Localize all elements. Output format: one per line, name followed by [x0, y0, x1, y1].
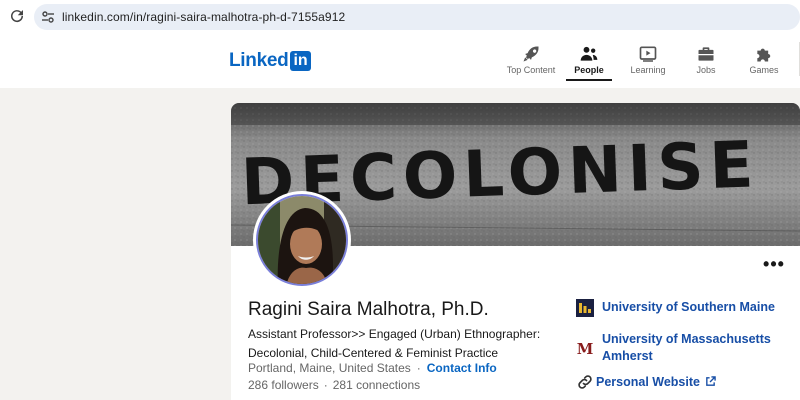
address-bar[interactable]: linkedin.com/in/ragini-saira-malhotra-ph…	[34, 4, 800, 30]
play-icon	[639, 46, 657, 62]
profile-location: Portland, Maine, United States	[248, 361, 411, 375]
profile-avatar[interactable]	[253, 191, 351, 289]
puzzle-icon	[757, 48, 771, 62]
profile-name: Ragini Saira Malhotra, Ph.D.	[248, 299, 489, 320]
profile-network-row: 286 followers · 281 connections	[248, 378, 420, 392]
nav-top-content[interactable]: Top Content	[502, 34, 560, 82]
link-icon	[578, 375, 592, 389]
more-options-button[interactable]: •••	[759, 254, 789, 278]
followers-count[interactable]: 286 followers	[248, 378, 319, 392]
avatar-photo	[258, 196, 346, 284]
browser-toolbar: linkedin.com/in/ragini-saira-malhotra-ph…	[0, 0, 800, 34]
linkedin-logo[interactable]: Linked in	[229, 49, 311, 73]
nav-games[interactable]: Games	[740, 34, 788, 82]
rocket-icon	[523, 46, 539, 62]
briefcase-icon	[698, 47, 714, 61]
contact-info-link[interactable]: Contact Info	[427, 361, 497, 375]
url-text: linkedin.com/in/ragini-saira-malhotra-ph…	[62, 10, 346, 24]
linkedin-header: Linked in Top Content People Learning Job…	[0, 34, 800, 88]
nav-jobs[interactable]: Jobs	[684, 34, 728, 82]
svg-text:M: M	[577, 340, 594, 357]
profile-headline: Assistant Professor>> Engaged (Urban) Et…	[248, 327, 541, 360]
usm-logo	[576, 299, 594, 317]
nav-learning[interactable]: Learning	[622, 34, 674, 82]
site-settings-icon[interactable]	[40, 9, 56, 25]
separator-dot: ·	[323, 378, 328, 392]
people-icon	[580, 46, 598, 61]
reload-icon[interactable]	[8, 7, 26, 25]
profile-location-row: Portland, Maine, United States · Contact I…	[248, 361, 497, 375]
nav-people[interactable]: People	[566, 34, 612, 82]
profile-card: DECOLONISE ••• Ragini Saira Malhotra, Ph…	[231, 103, 800, 400]
umass-logo: M	[576, 339, 594, 357]
external-link-icon	[706, 376, 716, 386]
connections-count[interactable]: 281 connections	[333, 378, 420, 392]
separator-dot: ·	[416, 361, 421, 375]
